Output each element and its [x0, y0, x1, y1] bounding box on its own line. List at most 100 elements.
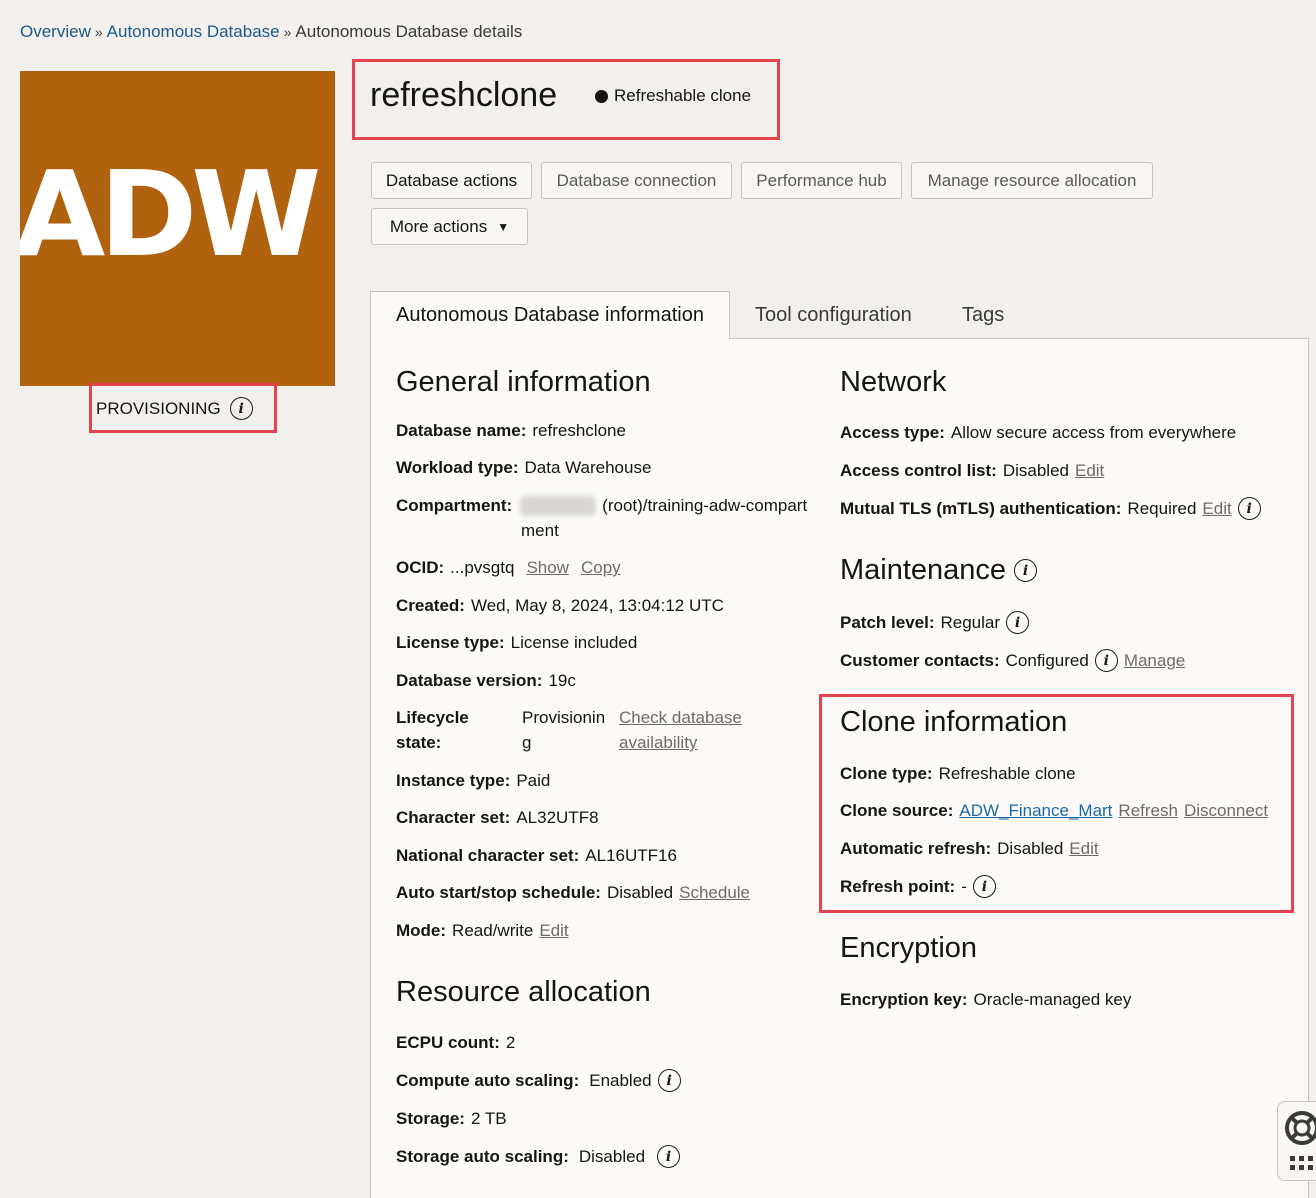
- edit-auto-refresh-link[interactable]: Edit: [1069, 839, 1098, 859]
- manage-contacts-link[interactable]: Manage: [1124, 651, 1185, 671]
- field-label: Character set:: [396, 808, 511, 827]
- field-label: Patch level:: [840, 612, 935, 632]
- adw-logo-text: ADW: [20, 145, 321, 283]
- clone-information-heading: Clone information: [840, 706, 1068, 738]
- encryption-heading: Encryption: [840, 932, 978, 964]
- lifecycle-label-line2: state:: [396, 733, 441, 753]
- breadcrumb-separator: »: [94, 24, 103, 40]
- field-label: OCID:: [396, 558, 445, 577]
- field-value: AL32UTF8: [516, 808, 599, 827]
- page-title: refreshclone: [370, 76, 558, 114]
- customer-contacts-row: Customer contacts: Configured i Manage: [840, 649, 1185, 672]
- field-value: Required: [1127, 498, 1197, 518]
- field-label: Encryption key:: [840, 990, 968, 1009]
- link-text[interactable]: Check database: [619, 708, 742, 728]
- refresh-link[interactable]: Refresh: [1118, 801, 1178, 821]
- mode-row: Mode: Read/write Edit: [396, 921, 569, 941]
- info-icon[interactable]: i: [1006, 611, 1030, 634]
- info-icon[interactable]: i: [657, 1145, 681, 1168]
- field-label: Access control list:: [840, 461, 997, 480]
- database-actions-button[interactable]: Database actions: [371, 162, 532, 199]
- field-label: ECPU count:: [396, 1033, 500, 1052]
- clone-source-link[interactable]: ADW_Finance_Mart: [959, 801, 1112, 821]
- edit-acl-link[interactable]: Edit: [1075, 461, 1104, 481]
- schedule-link[interactable]: Schedule: [679, 883, 750, 903]
- clone-source-row: Clone source: ADW_Finance_Mart Refresh D…: [840, 801, 1268, 821]
- field-label: Auto start/stop schedule:: [396, 883, 601, 902]
- more-actions-button[interactable]: More actions ▼: [371, 208, 528, 245]
- database-connection-button[interactable]: Database connection: [541, 162, 732, 199]
- edit-mtls-link[interactable]: Edit: [1202, 499, 1231, 519]
- field-value: Disabled: [1002, 461, 1069, 480]
- field-value: (root)/training-adw-compart: [602, 496, 808, 515]
- breadcrumb-overview[interactable]: Overview: [20, 22, 91, 41]
- field-label: Database name:: [396, 421, 527, 440]
- field-label: state:: [396, 733, 442, 752]
- field-value: 2: [505, 1033, 516, 1052]
- breadcrumb-separator: »: [283, 24, 292, 40]
- database-name-row: Database name: refreshclone: [396, 421, 626, 441]
- status-dot-icon: [595, 89, 608, 103]
- tab-tool-configuration[interactable]: Tool configuration: [730, 291, 937, 339]
- show-ocid-link[interactable]: Show: [526, 558, 569, 578]
- check-availability-link-line2[interactable]: availability: [619, 733, 697, 753]
- info-icon[interactable]: i: [1237, 497, 1261, 520]
- copy-ocid-link[interactable]: Copy: [581, 558, 621, 578]
- field-label: Instance type:: [396, 771, 511, 790]
- caret-down-icon: ▼: [497, 219, 510, 234]
- field-value: refreshclone: [532, 421, 626, 440]
- field-value: Regular: [940, 612, 1001, 632]
- link-text[interactable]: availability: [619, 733, 697, 753]
- info-icon[interactable]: i: [1094, 649, 1118, 672]
- database-version-row: Database version: 19c: [396, 671, 576, 691]
- manage-resource-allocation-button[interactable]: Manage resource allocation: [911, 162, 1153, 199]
- field-value: Allow secure access from everywhere: [950, 423, 1237, 442]
- automatic-refresh-row: Automatic refresh: Disabled Edit: [840, 839, 1099, 859]
- tab-tags[interactable]: Tags: [937, 291, 1029, 339]
- field-value: Data Warehouse: [524, 458, 652, 477]
- field-value: Read/write: [452, 921, 534, 940]
- info-icon[interactable]: i: [972, 875, 996, 898]
- ecpu-count-row: ECPU count: 2: [396, 1033, 515, 1053]
- storage-auto-scaling-row: Storage auto scaling: Disabled i: [396, 1145, 681, 1168]
- storage-row: Storage: 2 TB: [396, 1109, 507, 1129]
- field-label: Database version:: [396, 671, 543, 690]
- tab-autonomous-database-information[interactable]: Autonomous Database information: [370, 291, 730, 339]
- check-availability-link-line1[interactable]: Check database: [619, 708, 742, 728]
- breadcrumb-autonomous-database[interactable]: Autonomous Database: [107, 22, 280, 41]
- license-type-row: License type: License included: [396, 633, 637, 653]
- field-label: Workload type:: [396, 458, 519, 477]
- resource-allocation-heading: Resource allocation: [396, 976, 651, 1008]
- character-set-row: Character set: AL32UTF8: [396, 808, 599, 828]
- edit-mode-link[interactable]: Edit: [539, 921, 568, 941]
- info-icon[interactable]: i: [657, 1069, 681, 1092]
- field-label: Access type:: [840, 423, 945, 442]
- field-label: Created:: [396, 596, 465, 615]
- lifecycle-value-line2: g: [522, 733, 532, 752]
- field-value: Configured: [1005, 650, 1089, 670]
- field-value: AL16UTF16: [585, 846, 677, 865]
- field-value: License included: [510, 633, 638, 652]
- field-value: ...pvsgtq: [450, 558, 515, 577]
- field-value: Disabled: [997, 839, 1064, 858]
- field-value: Oracle-managed key: [973, 990, 1132, 1009]
- field-value: 2 TB: [470, 1109, 507, 1128]
- breadcrumb-current: Autonomous Database details: [295, 22, 523, 41]
- lifebuoy-icon: [1285, 1111, 1316, 1170]
- performance-hub-button[interactable]: Performance hub: [741, 162, 902, 199]
- compartment-row: Compartment: (root)/training-adw-compart: [396, 496, 807, 516]
- clone-type-row: Clone type: Refreshable clone: [840, 764, 1076, 784]
- field-label: License type:: [396, 633, 505, 652]
- patch-level-row: Patch level: Regular i: [840, 611, 1030, 634]
- auto-schedule-row: Auto start/stop schedule: Disabled Sched…: [396, 883, 750, 903]
- field-label: Automatic refresh:: [840, 839, 992, 858]
- status-label: PROVISIONING: [96, 398, 221, 418]
- info-icon[interactable]: i: [229, 397, 253, 420]
- field-label: Mutual TLS (mTLS) authentication:: [840, 498, 1122, 518]
- lifecycle-value-line1: Provisionin: [522, 708, 606, 727]
- disconnect-link[interactable]: Disconnect: [1184, 801, 1268, 821]
- help-widget[interactable]: [1277, 1101, 1316, 1181]
- field-label: Customer contacts:: [840, 650, 1000, 670]
- info-icon[interactable]: i: [1014, 559, 1038, 582]
- field-value: Refreshable clone: [938, 764, 1076, 783]
